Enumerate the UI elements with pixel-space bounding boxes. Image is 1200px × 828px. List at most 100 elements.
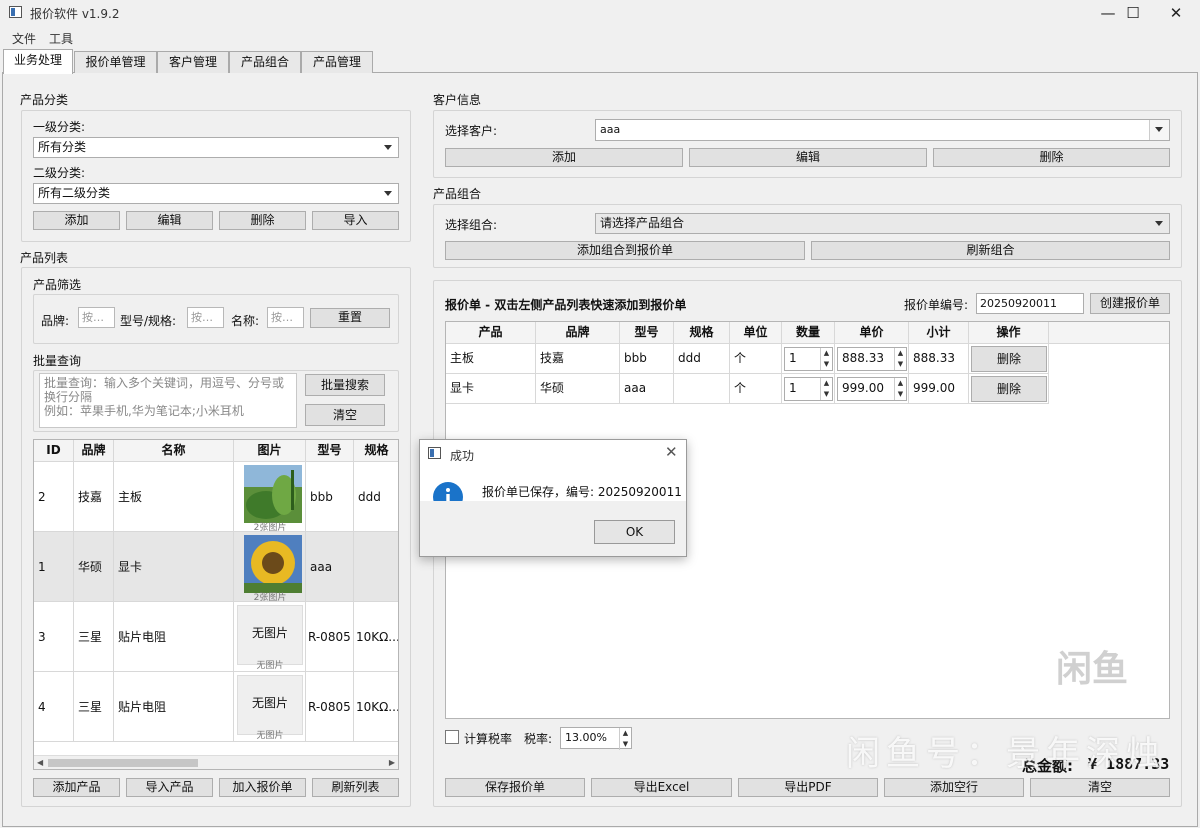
col-image[interactable]: 图片	[234, 440, 306, 462]
window-title: 报价软件 v1.9.2	[30, 7, 120, 21]
spin-up-icon[interactable]: ▲	[820, 378, 832, 389]
level2-select[interactable]: 所有二级分类	[33, 183, 399, 204]
row-image-cell[interactable]: 无图片 无图片	[234, 602, 306, 672]
row-name: 贴片电阻	[114, 672, 234, 742]
product-list-group-title: 产品列表	[20, 251, 69, 265]
customer-select[interactable]: aaa	[595, 119, 1170, 141]
add-product-button[interactable]: 添加产品	[33, 778, 120, 797]
filter-model-input[interactable]: 按…	[187, 307, 224, 328]
row-delete-button[interactable]: 删除	[971, 346, 1047, 372]
col-brand[interactable]: 品牌	[536, 322, 620, 344]
customer-add-button[interactable]: 添加	[445, 148, 683, 167]
quote-number-input[interactable]: 20250920011	[976, 293, 1084, 314]
customer-edit-button[interactable]: 编辑	[689, 148, 927, 167]
row-brand: 技嘉	[74, 462, 114, 532]
row-model: bbb	[306, 462, 354, 532]
col-action[interactable]: 操作	[969, 322, 1049, 344]
save-quote-button[interactable]: 保存报价单	[445, 778, 585, 797]
customer-select-label: 选择客户:	[445, 124, 498, 138]
menu-file[interactable]: 文件	[12, 30, 36, 47]
quote-number-label: 报价单编号:	[904, 298, 969, 312]
col-model[interactable]: 型号	[620, 322, 674, 344]
ok-button[interactable]: OK	[594, 520, 675, 544]
spin-up-icon[interactable]: ▲	[894, 378, 906, 389]
col-model[interactable]: 型号	[306, 440, 354, 462]
col-spec[interactable]: 规格	[354, 440, 398, 462]
qty-spinbox[interactable]: 1 ▲ ▼	[784, 377, 833, 401]
category-edit-button[interactable]: 编辑	[126, 211, 213, 230]
add-combo-to-quote-button[interactable]: 添加组合到报价单	[445, 241, 805, 260]
row-delete-button[interactable]: 删除	[971, 376, 1047, 402]
col-spec[interactable]: 规格	[674, 322, 730, 344]
spin-up-icon[interactable]: ▲	[619, 728, 631, 739]
col-qty[interactable]: 数量	[782, 322, 835, 344]
category-delete-button[interactable]: 删除	[219, 211, 306, 230]
watermark-logo: 闲鱼	[1034, 628, 1150, 712]
tax-checkbox[interactable]	[445, 730, 459, 744]
spin-down-icon[interactable]: ▼	[820, 389, 832, 400]
combo-select[interactable]: 请选择产品组合	[595, 213, 1170, 234]
customer-delete-button[interactable]: 删除	[933, 148, 1170, 167]
spin-down-icon[interactable]: ▼	[894, 389, 906, 400]
col-unit[interactable]: 单位	[730, 322, 782, 344]
product-table[interactable]: ID 品牌 名称 图片 型号 规格 2 技嘉 主板 2张图片 bbb ddd 1…	[33, 439, 399, 770]
scroll-left-icon[interactable]: ◀	[37, 758, 43, 767]
tab-quote-management[interactable]: 报价单管理	[74, 51, 157, 73]
row-image-cell[interactable]: 2张图片	[234, 532, 306, 603]
col-name[interactable]: 名称	[114, 440, 234, 462]
dialog-close-icon[interactable]: ✕	[665, 443, 678, 461]
refresh-combo-button[interactable]: 刷新组合	[811, 241, 1170, 260]
col-id[interactable]: ID	[34, 440, 74, 462]
spin-down-icon[interactable]: ▼	[894, 359, 906, 370]
spin-down-icon[interactable]: ▼	[820, 359, 832, 370]
no-image-placeholder: 无图片	[237, 605, 303, 665]
green-plant-thumbnail	[244, 465, 302, 523]
col-price[interactable]: 单价	[835, 322, 909, 344]
create-quote-button[interactable]: 创建报价单	[1090, 293, 1170, 314]
chevron-down-icon	[1155, 127, 1163, 132]
qty-spinbox[interactable]: 1 ▲ ▼	[784, 347, 833, 371]
spin-up-icon[interactable]: ▲	[894, 348, 906, 359]
combo-select-value: 请选择产品组合	[600, 216, 685, 230]
import-product-button[interactable]: 导入产品	[126, 778, 213, 797]
filter-reset-button[interactable]: 重置	[310, 308, 390, 328]
add-to-quote-button[interactable]: 加入报价单	[219, 778, 306, 797]
export-excel-button[interactable]: 导出Excel	[591, 778, 732, 797]
batch-query-textarea[interactable]: 批量查询：输入多个关键词，用逗号、分号或换行分隔 例如：苹果手机,华为笔记本;小…	[39, 373, 297, 428]
price-spinbox[interactable]: 888.33 ▲ ▼	[837, 347, 907, 371]
refresh-list-button[interactable]: 刷新列表	[312, 778, 399, 797]
category-add-button[interactable]: 添加	[33, 211, 120, 230]
price-value: 999.00	[842, 381, 884, 395]
scroll-right-icon[interactable]: ▶	[389, 758, 395, 767]
category-import-button[interactable]: 导入	[312, 211, 399, 230]
col-brand[interactable]: 品牌	[74, 440, 114, 462]
quote-qty-cell: 1 ▲ ▼	[782, 374, 835, 404]
row-id: 3	[34, 602, 74, 672]
col-product[interactable]: 产品	[446, 322, 536, 344]
maximize-button[interactable]: ☐	[1110, 2, 1156, 24]
filter-brand-input[interactable]: 按…	[78, 307, 115, 328]
row-image-cell[interactable]: 无图片 无图片	[234, 672, 306, 742]
horizontal-scrollbar[interactable]: ◀ ▶	[34, 755, 398, 769]
menu-tools[interactable]: 工具	[49, 30, 73, 47]
clear-quote-button[interactable]: 清空	[1030, 778, 1170, 797]
spin-up-icon[interactable]: ▲	[820, 348, 832, 359]
scrollbar-thumb[interactable]	[48, 759, 198, 767]
add-empty-row-button[interactable]: 添加空行	[884, 778, 1024, 797]
tab-customer-management[interactable]: 客户管理	[157, 51, 229, 73]
batch-clear-button[interactable]: 清空	[305, 404, 385, 426]
tab-product-combo[interactable]: 产品组合	[229, 51, 301, 73]
close-window-button[interactable]: ✕	[1153, 2, 1199, 24]
tax-rate-spinbox[interactable]: 13.00% ▲ ▼	[560, 727, 632, 750]
tab-business[interactable]: 业务处理	[3, 49, 73, 74]
price-spinbox[interactable]: 999.00 ▲ ▼	[837, 377, 907, 401]
row-image-cell[interactable]: 2张图片	[234, 462, 306, 533]
quote-price-cell: 888.33 ▲ ▼	[835, 344, 909, 374]
export-pdf-button[interactable]: 导出PDF	[738, 778, 878, 797]
col-subtotal[interactable]: 小计	[909, 322, 969, 344]
filter-name-input[interactable]: 按…	[267, 307, 304, 328]
spin-down-icon[interactable]: ▼	[619, 739, 631, 750]
tab-product-management[interactable]: 产品管理	[301, 51, 373, 73]
batch-search-button[interactable]: 批量搜索	[305, 374, 385, 396]
level1-select[interactable]: 所有分类	[33, 137, 399, 158]
